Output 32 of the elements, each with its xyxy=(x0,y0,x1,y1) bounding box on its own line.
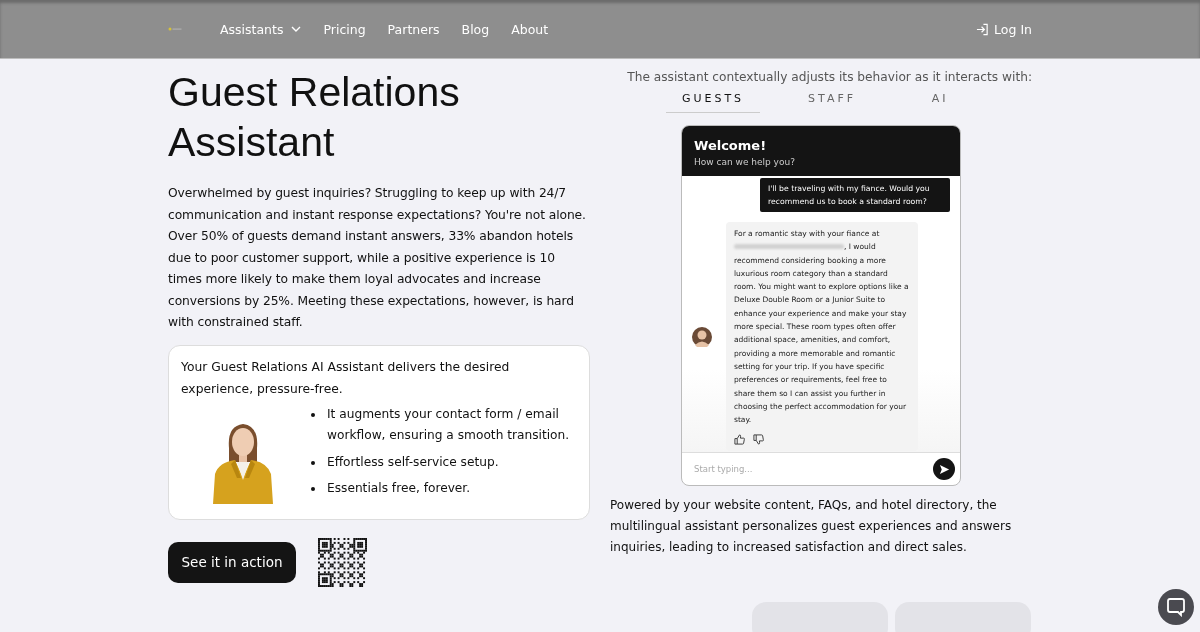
avatar-icon xyxy=(692,326,712,347)
thumbs-up-icon[interactable] xyxy=(734,434,745,446)
thumbs-down-icon[interactable] xyxy=(753,434,764,446)
nav-link[interactable]: Blog xyxy=(461,21,490,37)
chat-subtitle: How can we help you? xyxy=(694,157,796,167)
card-lead-text: Your Guest Relations AI Assistant delivers the desired experience, pressure-free. xyxy=(181,358,511,398)
demo-caption: The assistant contextually adjusts its behavior as it interacts with: xyxy=(627,70,1032,84)
see-it-in-action-button[interactable]: See it in action xyxy=(168,541,296,583)
nav-link[interactable]: Partners xyxy=(387,21,440,37)
intro-paragraph: Overwhelmed by guest inquiries? Struggling to keep up with 24/7 communication and instant response expectations? You're not alone. Over 50% of guests demand instant answers, 33% abandon hotels due to poor customer support, while a positive experience is 10 times more likely to make them loyal advocates and increase conversions by 25%. Meeting these expectations, however, is hard with constrained staff. xyxy=(168,185,587,331)
bullet-text: Essentials free, forever. xyxy=(327,480,471,497)
audience-tab[interactable]: GUESTS xyxy=(665,92,761,113)
demo-description: Powered by your website content, FAQs, and hotel directory, the multilingual assistant personalizes guest experiences and answers inquiries, leading to increased satisfaction and direct sales. xyxy=(610,497,1013,556)
login-icon xyxy=(976,22,990,36)
login-link[interactable]: Log In xyxy=(976,21,1032,37)
bullet-icon xyxy=(311,460,315,465)
audience-tab[interactable]: STAFF xyxy=(792,92,873,113)
bullet-text: Effortless self-service setup. xyxy=(327,453,499,471)
audience-tab[interactable]: AI xyxy=(904,92,977,113)
qr-code xyxy=(318,537,367,587)
nav-link[interactable]: About xyxy=(511,21,549,37)
nav-link[interactable]: Pricing xyxy=(323,21,366,37)
speech-bubble-icon xyxy=(1166,597,1186,617)
bullet-icon xyxy=(311,487,315,491)
chat-title: Welcome! xyxy=(694,138,768,153)
send-icon xyxy=(938,463,950,475)
send-button[interactable] xyxy=(933,458,955,480)
bullet-text: It augments your contact form / email workflow, ensuring a smooth transition. xyxy=(327,405,571,444)
nav-link[interactable]: Assistants xyxy=(220,21,302,37)
bullet-icon xyxy=(311,412,315,417)
chat-support-button[interactable] xyxy=(1158,589,1194,625)
page-title: Guest Relations Assistant xyxy=(168,68,461,167)
